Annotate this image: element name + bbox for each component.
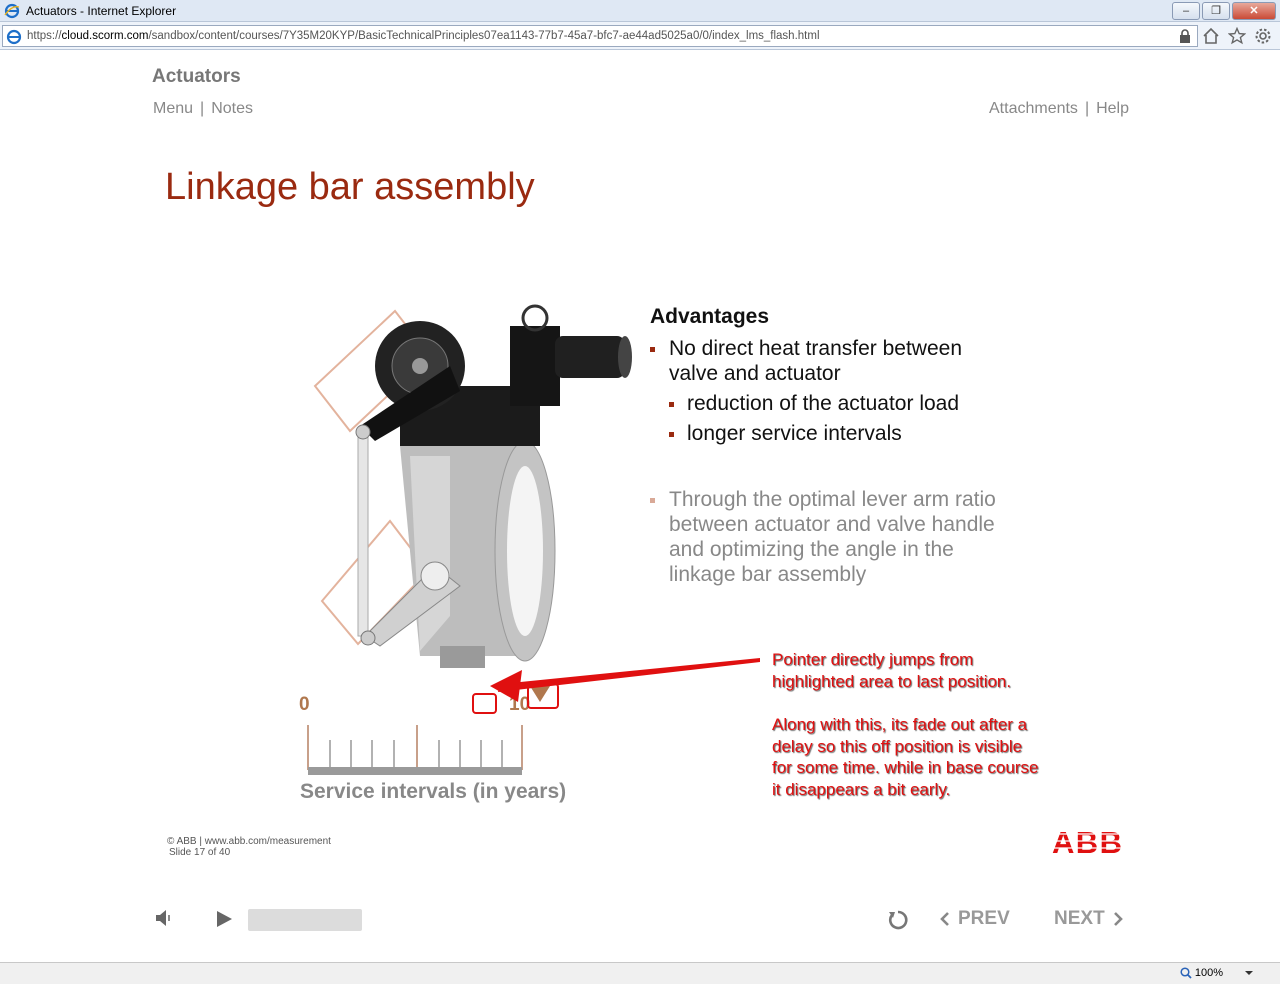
bullet-text: No direct heat transfer between valve an…	[669, 337, 962, 385]
restore-button[interactable]: ❐	[1202, 2, 1230, 20]
annotation-text: it disappears a bit early.	[772, 780, 951, 799]
volume-icon[interactable]	[154, 908, 176, 928]
internet-explorer-icon	[4, 3, 20, 19]
status-bar: 100%	[0, 962, 1280, 984]
gear-icon[interactable]	[1254, 27, 1272, 45]
annotation-text: highlighted area to last position.	[772, 672, 1012, 691]
course-nav-left: Menu | Notes	[153, 100, 253, 118]
actuator-linkage-image	[313, 304, 632, 668]
internet-explorer-icon	[6, 29, 22, 45]
notes-link[interactable]: Notes	[211, 100, 253, 118]
play-icon[interactable]	[215, 910, 233, 928]
bullet-marker	[669, 402, 674, 407]
abb-logo: ABB	[1052, 826, 1124, 856]
copyright-text: © ABB | www.abb.com/measurement	[167, 836, 331, 847]
replay-icon[interactable]	[886, 908, 910, 932]
copyright-block: © ABB | www.abb.com/measurement Slide 17…	[167, 836, 331, 858]
address-bar: https://cloud.scorm.com/sandbox/content/…	[0, 22, 1280, 50]
url-field[interactable]: https://cloud.scorm.com/sandbox/content/…	[2, 25, 1198, 47]
bullet-text: Through the optimal lever arm ratio betw…	[669, 488, 996, 586]
url-text: https://cloud.scorm.com/sandbox/content/…	[27, 30, 820, 42]
sub-bullet-item: reduction of the actuator load	[669, 391, 959, 416]
prev-button[interactable]: PREV	[940, 908, 1010, 930]
window-title: Actuators - Internet Explorer	[26, 4, 177, 18]
nav-separator: |	[200, 100, 205, 117]
menu-link[interactable]: Menu	[153, 100, 193, 118]
bullet-marker	[669, 432, 674, 437]
advantages-heading: Advantages	[650, 305, 770, 328]
window-titlebar: Actuators - Internet Explorer – ❐ ✕	[0, 0, 1280, 22]
zoom-icon	[1180, 967, 1192, 979]
sub-bullet-item: longer service intervals	[669, 421, 902, 446]
minimize-button[interactable]: –	[1172, 2, 1200, 20]
annotation-text: Pointer directly jumps from	[772, 650, 974, 669]
nav-separator: |	[1084, 100, 1090, 117]
annotation-arrow	[490, 658, 760, 702]
chevron-down-icon[interactable]	[1244, 969, 1254, 977]
chevron-left-icon	[940, 912, 949, 926]
chevron-right-icon	[1113, 912, 1123, 926]
annotation-text: for some time. while in base course	[772, 758, 1039, 777]
bullet-item-faded: Through the optimal lever arm ratio betw…	[650, 487, 996, 587]
course-title: Actuators	[152, 66, 241, 87]
course-nav-right: Attachments | Help	[989, 100, 1129, 118]
next-button[interactable]: NEXT	[1054, 908, 1123, 930]
zoom-level: 100%	[1194, 967, 1223, 979]
help-link[interactable]: Help	[1096, 100, 1129, 118]
annotation-text: delay so this off position is visible	[772, 737, 1023, 756]
lock-icon[interactable]	[1179, 29, 1191, 44]
slide-counter: Slide 17 of 40	[169, 847, 231, 858]
next-label: NEXT	[1054, 908, 1105, 929]
close-button[interactable]: ✕	[1232, 2, 1276, 20]
prev-label: PREV	[958, 908, 1010, 929]
bullet-marker	[650, 498, 655, 503]
slide-title: Linkage bar assembly	[165, 166, 535, 208]
attachments-link[interactable]: Attachments	[989, 100, 1078, 118]
home-icon[interactable]	[1202, 27, 1220, 45]
annotation-text: Along with this, its fade out after a	[772, 715, 1028, 734]
scale-axis-label: Service intervals (in years)	[300, 780, 567, 803]
bullet-marker	[650, 347, 655, 352]
zoom-control[interactable]: 100%	[1180, 967, 1254, 979]
favorites-star-icon[interactable]	[1228, 27, 1246, 45]
bullet-item: No direct heat transfer between valve an…	[650, 336, 962, 386]
playback-progress-bar[interactable]	[248, 909, 362, 931]
